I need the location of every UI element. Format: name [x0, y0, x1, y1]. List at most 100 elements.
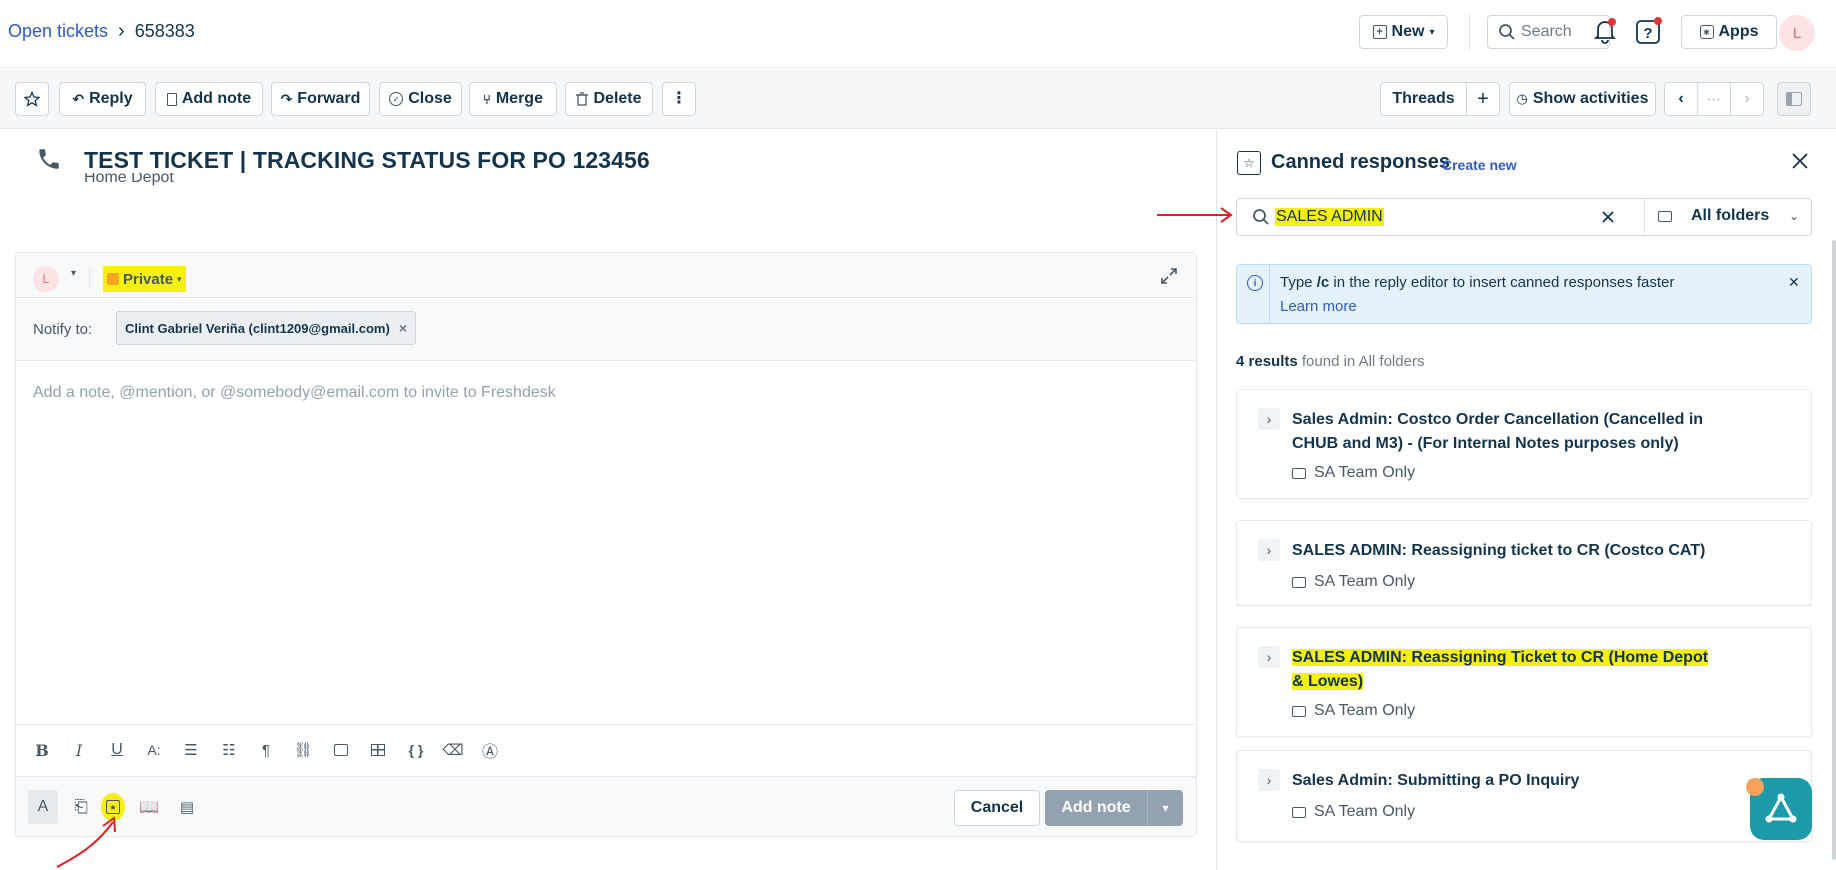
folder-name: SA Team Only — [1314, 803, 1416, 820]
scrollbar[interactable] — [1832, 240, 1836, 860]
reply-icon: ↶ — [72, 90, 85, 107]
annotation-arrow-search — [1157, 207, 1233, 223]
canned-search-input[interactable]: SALES ADMIN — [1275, 208, 1384, 226]
search-box[interactable]: Search — [1487, 15, 1610, 49]
reply-button[interactable]: ↶ Reply — [59, 82, 146, 116]
delete-button[interactable]: Delete — [565, 82, 653, 116]
note-body-placeholder[interactable]: Add a note, @mention, or @somebody@email… — [33, 384, 556, 402]
canned-response-title[interactable]: Sales Admin: Costco Order Cancellation (… — [1292, 408, 1712, 456]
new-button[interactable]: + New ▾ — [1359, 15, 1448, 49]
italic-icon[interactable]: I — [67, 738, 91, 762]
chevron-right-icon[interactable]: › — [1258, 539, 1280, 561]
chevron-right-icon[interactable]: › — [1258, 769, 1280, 791]
delete-label: Delete — [593, 90, 642, 107]
avatar[interactable]: L — [1779, 15, 1815, 51]
note-icon — [166, 92, 177, 106]
template-icon[interactable]: ▤ — [176, 796, 198, 818]
link-icon[interactable]: ⛓ — [291, 738, 315, 762]
close-label: Close — [408, 90, 452, 107]
next-ticket-button[interactable]: › — [1730, 82, 1764, 116]
ticket-id: 658383 — [134, 21, 195, 41]
folder-icon — [1292, 806, 1306, 818]
breadcrumb-separator: › — [118, 20, 125, 42]
add-note-submit-button[interactable]: Add note ▾ — [1045, 790, 1183, 826]
close-panel-icon[interactable] — [1789, 150, 1811, 172]
folder-icon — [1658, 211, 1672, 222]
author-chevron-down-icon[interactable]: ▾ — [71, 268, 76, 279]
visibility-dropdown[interactable]: Private ▾ — [103, 266, 186, 292]
bell-icon[interactable] — [1593, 18, 1617, 44]
panel-title: Canned responses — [1271, 151, 1450, 173]
star-button[interactable] — [15, 82, 49, 116]
image-icon[interactable] — [329, 738, 353, 762]
folder-filter-dropdown[interactable]: All folders ⌄ — [1645, 199, 1811, 235]
forward-icon: ↷ — [280, 90, 293, 107]
panel-toggle-button[interactable] — [1777, 82, 1811, 116]
remove-chip-icon[interactable]: × — [399, 320, 407, 336]
add-note-button[interactable]: Add note — [155, 82, 263, 116]
plus-icon: + — [1477, 87, 1489, 110]
more-vertical-icon: ⋮ — [671, 90, 687, 107]
table-icon[interactable] — [366, 738, 390, 762]
more-button[interactable]: ⋮ — [662, 82, 696, 116]
signature-icon[interactable]: Ⓐ — [478, 738, 502, 762]
expand-icon[interactable] — [1159, 266, 1179, 286]
bold-icon[interactable]: B — [30, 738, 54, 762]
ordered-list-icon[interactable]: ☰ — [179, 738, 203, 762]
apps-button[interactable]: ✱ Apps — [1681, 15, 1777, 49]
threads-button[interactable]: Threads — [1380, 82, 1467, 116]
clear-search-icon[interactable] — [1599, 208, 1617, 226]
breadcrumb-open-tickets[interactable]: Open tickets — [8, 21, 108, 42]
show-activities-button[interactable]: ◷ Show activities — [1509, 82, 1656, 116]
bullet-list-icon[interactable]: ☷ — [217, 738, 241, 762]
canned-response-title[interactable]: SALES ADMIN: Reassigning ticket to CR (C… — [1292, 539, 1712, 563]
annotation-arrow-canned-icon — [56, 816, 116, 868]
cancel-button[interactable]: Cancel — [954, 790, 1040, 826]
info-icon: i — [1247, 275, 1263, 291]
ticket-list-button[interactable]: ··· — [1697, 82, 1731, 116]
forward-label: Forward — [297, 90, 361, 107]
chevron-right-icon[interactable]: › — [1258, 408, 1280, 430]
merge-label: Merge — [495, 90, 543, 107]
canned-response-title[interactable]: Sales Admin: Submitting a PO Inquiry — [1292, 769, 1712, 793]
canned-response-item[interactable]: › Sales Admin: Submitting a PO Inquiry S… — [1236, 750, 1812, 842]
forward-button[interactable]: ↷ Forward — [271, 82, 370, 116]
search-placeholder: Search — [1521, 23, 1572, 40]
font-size-icon[interactable]: A: — [142, 738, 166, 762]
notify-chip[interactable]: Clint Gabriel Veriña (clint1209@gmail.co… — [116, 311, 416, 345]
clock-icon: ◷ — [1516, 91, 1528, 106]
create-new-link[interactable]: Create new — [1442, 157, 1517, 173]
chevron-right-icon: › — [1744, 90, 1750, 107]
canned-response-item[interactable]: › SALES ADMIN: Reassigning Ticket to CR … — [1236, 627, 1812, 737]
info-banner: i Type /c in the reply editor to insert … — [1236, 264, 1812, 324]
help-icon[interactable]: ? — [1635, 17, 1663, 45]
text-format-toggle-icon[interactable]: A — [28, 790, 58, 824]
learn-more-link[interactable]: Learn more — [1280, 298, 1357, 315]
code-icon[interactable]: { } — [404, 738, 428, 762]
lock-icon — [107, 273, 119, 285]
phone-icon — [36, 146, 62, 172]
chevron-down-icon[interactable]: ▾ — [1148, 801, 1183, 815]
canned-response-title[interactable]: SALES ADMIN: Reassigning Ticket to CR (H… — [1292, 646, 1712, 694]
previous-ticket-button[interactable]: ‹ — [1664, 82, 1698, 116]
merge-button[interactable]: ⑂ Merge — [469, 82, 557, 116]
folder-icon — [1292, 576, 1306, 588]
add-note-submit-label: Add note — [1061, 799, 1131, 816]
canned-response-title-text: SALES ADMIN: Reassigning Ticket to CR (H… — [1292, 649, 1709, 690]
canned-response-item[interactable]: › Sales Admin: Costco Order Cancellation… — [1236, 389, 1812, 499]
top-bar: Open tickets › 658383 + New ▾ Search ? ✱… — [0, 0, 1836, 68]
info-text-command: /c — [1316, 274, 1330, 291]
author-avatar[interactable]: L — [33, 266, 59, 292]
svg-text:?: ? — [1643, 25, 1652, 42]
clear-format-icon[interactable]: ⌫ — [441, 738, 465, 762]
solution-article-icon[interactable]: 📖 — [138, 796, 160, 818]
underline-icon[interactable]: U — [105, 738, 129, 762]
add-thread-button[interactable]: + — [1466, 82, 1500, 116]
chevron-right-icon[interactable]: › — [1258, 646, 1280, 668]
paragraph-icon[interactable]: ¶ — [254, 738, 278, 762]
close-ticket-button[interactable]: ✓ Close — [379, 82, 462, 116]
notification-dot — [1746, 778, 1764, 796]
dismiss-banner-icon[interactable]: ✕ — [1788, 274, 1800, 291]
show-activities-label: Show activities — [1532, 90, 1649, 107]
canned-response-item[interactable]: › SALES ADMIN: Reassigning ticket to CR … — [1236, 520, 1812, 606]
